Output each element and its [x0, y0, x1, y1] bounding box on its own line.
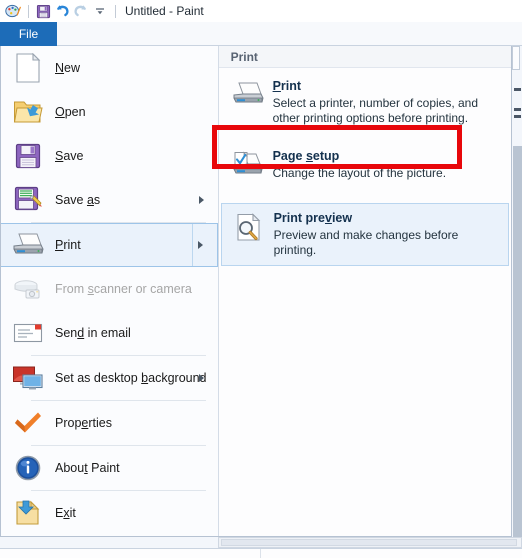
menu-item-label: About Paint: [55, 461, 120, 475]
horizontal-scrollbar[interactable]: [218, 537, 522, 548]
menu-item-exit[interactable]: Exit: [1, 491, 218, 535]
menu-item-label: Exit: [55, 506, 76, 520]
toolbar-separator-1: [28, 4, 29, 18]
menu-item-send-in-email[interactable]: Send in email: [1, 311, 218, 355]
submenu-arrow-icon: [198, 374, 204, 382]
file-menu-list: New Open Save Save as Print From scanner…: [1, 46, 219, 536]
menu-item-label: Save as: [55, 193, 101, 207]
menu-item-label: Send in email: [55, 326, 131, 340]
print-panel-item-print[interactable]: Print Select a printer, number of copies…: [221, 72, 509, 133]
menu-item-new[interactable]: New: [1, 46, 218, 90]
status-bar-divider: [260, 549, 261, 558]
menu-item-properties[interactable]: Properties: [1, 401, 218, 445]
menu-item-save-as[interactable]: Save as: [1, 178, 218, 222]
print-panel-item-title: Print preview: [273, 211, 353, 225]
save-as-floppy-icon: [11, 183, 45, 217]
ribbon-fragment-box: [512, 46, 520, 70]
window-title: Untitled - Paint: [125, 4, 204, 18]
menu-item-label: Properties: [55, 416, 112, 430]
ribbon-edge-fragments: [512, 46, 522, 537]
print-panel-item-title: Page setup: [272, 149, 340, 163]
menu-item-label: Print: [55, 238, 81, 252]
print-panel-item-text: Print preview Preview and make changes b…: [274, 211, 500, 258]
chevron-down-icon[interactable]: [91, 2, 109, 20]
exit-folder-icon: [11, 496, 45, 530]
ribbon-fragment-marker-1: [514, 88, 521, 91]
menu-item-label: Open: [55, 105, 86, 119]
printer-icon: [231, 79, 265, 113]
print-panel-item-print-preview[interactable]: Print preview Preview and make changes b…: [220, 203, 509, 266]
printer-icon: [11, 228, 45, 262]
status-bar: [0, 548, 522, 558]
menu-item-set-as-desktop-background[interactable]: Set as desktop background: [1, 356, 218, 400]
print-panel: Print Print Select a printer, number of …: [218, 46, 511, 536]
ribbon-tabstrip: [57, 22, 522, 46]
scanner-camera-icon: [11, 272, 45, 306]
print-preview-magnifier-icon: [232, 211, 266, 245]
undo-icon[interactable]: [53, 2, 71, 20]
menu-item-about-paint[interactable]: About Paint: [1, 446, 218, 490]
properties-checkmark-icon: [11, 406, 45, 440]
toolbar-separator-2: [115, 4, 116, 18]
print-panel-item-description: Select a printer, number of copies, and …: [272, 96, 479, 125]
menu-item-open[interactable]: Open: [1, 90, 218, 134]
print-panel-item-description: Preview and make changes before printing…: [273, 228, 459, 257]
print-panel-item-text: Page setup Change the layout of the pict…: [273, 149, 446, 183]
ribbon-fragment-marker-3: [514, 115, 521, 118]
submenu-arrow-icon: [197, 241, 203, 249]
print-panel-item-description: Change the layout of the picture.: [272, 166, 447, 180]
title-bar: Untitled - Paint: [0, 0, 522, 22]
save-floppy-icon: [11, 139, 45, 173]
paint-app-icon[interactable]: [4, 2, 22, 20]
save-icon[interactable]: [34, 2, 52, 20]
menu-item-label: New: [55, 61, 81, 75]
menu-item-label: From scanner or camera: [55, 282, 192, 296]
print-panel-header: Print: [218, 46, 511, 68]
redo-icon[interactable]: [72, 2, 90, 20]
scrollbar-thumb[interactable]: [221, 539, 517, 546]
desktop-monitor-icon: [11, 361, 45, 395]
file-backstage-menu: New Open Save Save as Print From scanner…: [0, 46, 512, 537]
menu-item-label: Save: [55, 149, 84, 163]
menu-item-print[interactable]: Print: [1, 223, 218, 267]
about-info-icon: [11, 451, 45, 485]
print-submenu-cell[interactable]: [191, 224, 217, 266]
menu-item-save[interactable]: Save: [1, 134, 218, 178]
print-panel-item-title: Print: [272, 79, 302, 93]
open-folder-icon: [11, 95, 45, 129]
paint-window: Untitled - Paint File New Open Save Save…: [0, 0, 522, 558]
submenu-arrow-icon: [198, 196, 204, 204]
ribbon-fragment-band: [513, 146, 522, 537]
print-panel-item-page-setup[interactable]: Page setup Change the layout of the pict…: [221, 142, 509, 190]
print-panel-item-text: Print Select a printer, number of copies…: [273, 79, 501, 126]
tab-file[interactable]: File: [0, 22, 57, 46]
page-setup-printer-icon: [231, 149, 265, 183]
new-page-icon: [11, 51, 45, 85]
menu-item-from-scanner-or-camera: From scanner or camera: [1, 267, 218, 311]
email-envelope-icon: [11, 316, 45, 350]
menu-item-label: Set as desktop background: [55, 371, 207, 385]
ribbon-fragment-marker-2: [514, 108, 521, 111]
